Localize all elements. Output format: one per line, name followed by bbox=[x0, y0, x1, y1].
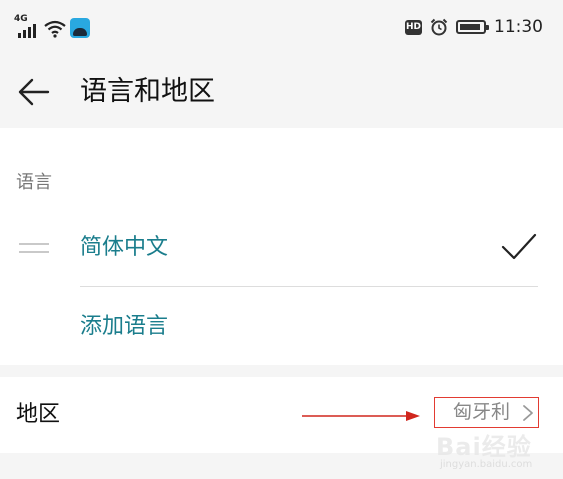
language-section: 语言 简体中文 添加语言 bbox=[0, 128, 563, 365]
annotation-highlight-box: 匈牙利 bbox=[434, 397, 539, 428]
language-item-simplified-chinese[interactable]: 简体中文 bbox=[80, 232, 168, 264]
watermark-subtext: jingyan.baidu.com bbox=[440, 459, 533, 470]
app-notification-icon bbox=[70, 18, 90, 38]
status-bar: 4G HD 11:30 bbox=[0, 0, 563, 56]
add-language-button[interactable]: 添加语言 bbox=[80, 311, 168, 343]
page-title: 语言和地区 bbox=[80, 76, 215, 107]
hd-icon: HD bbox=[405, 19, 422, 35]
drag-handle-icon[interactable] bbox=[19, 243, 49, 255]
baidu-jingyan-watermark: Bai经验 jingyan.baidu.com bbox=[434, 427, 554, 473]
signal-icon: 4G bbox=[14, 14, 40, 38]
battery-icon bbox=[456, 20, 489, 34]
wifi-icon bbox=[44, 20, 66, 38]
region-label: 地区 bbox=[16, 402, 61, 427]
status-time: 11:30 bbox=[494, 17, 543, 37]
check-icon bbox=[501, 233, 537, 260]
arrow-left-icon[interactable] bbox=[16, 74, 52, 110]
alarm-icon bbox=[430, 18, 448, 36]
divider bbox=[80, 286, 538, 287]
status-right-icons: HD 11:30 bbox=[405, 17, 543, 37]
annotation-arrow-icon bbox=[302, 411, 420, 421]
language-section-label: 语言 bbox=[16, 172, 52, 193]
watermark-text: Bai经验 bbox=[436, 433, 532, 461]
network-type: 4G bbox=[14, 14, 28, 24]
region-value: 匈牙利 bbox=[453, 401, 511, 423]
status-left-icons: 4G bbox=[14, 14, 90, 38]
chevron-right-icon bbox=[523, 405, 533, 421]
app-bar: 语言和地区 bbox=[0, 56, 563, 128]
